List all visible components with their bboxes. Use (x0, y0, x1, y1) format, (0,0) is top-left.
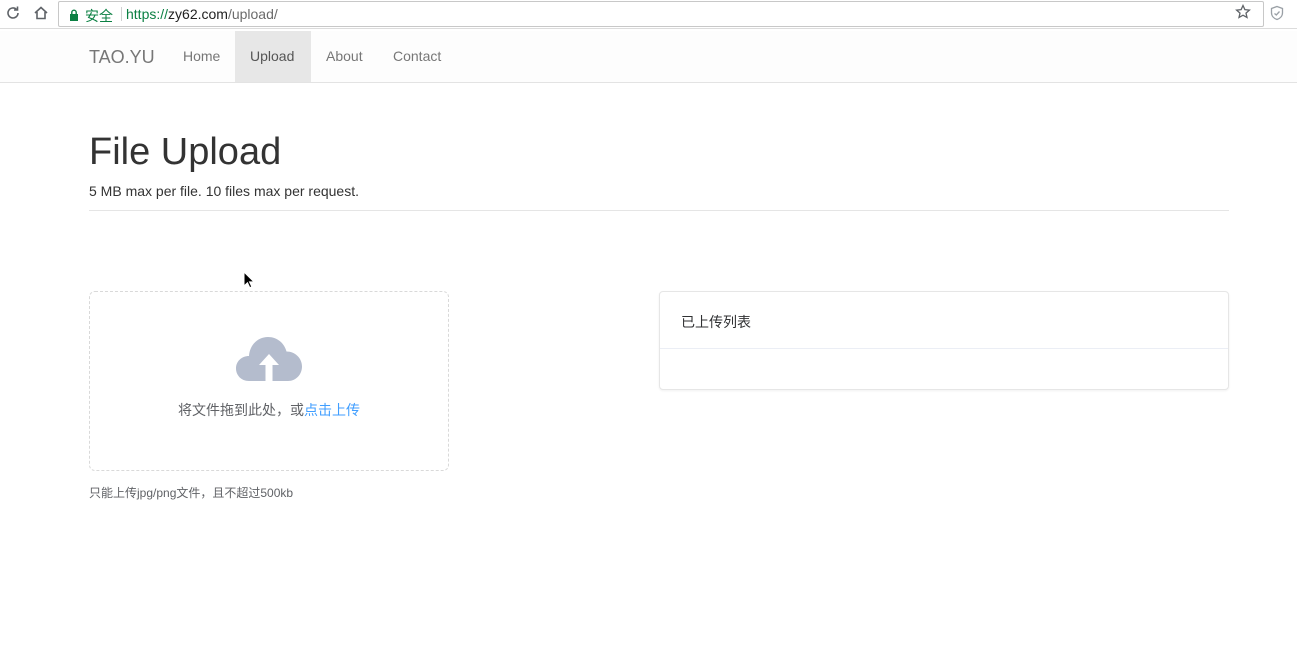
nav-contact[interactable]: Contact (378, 31, 456, 82)
uploaded-list-title: 已上传列表 (681, 314, 751, 330)
extension-shield-icon[interactable] (1269, 5, 1285, 26)
page-title: File Upload (89, 131, 282, 173)
nav-upload[interactable]: Upload (235, 31, 311, 82)
page-subtitle: 5 MB max per file. 10 files max per requ… (89, 183, 359, 199)
bookmark-star-icon[interactable] (1235, 3, 1251, 25)
header-divider (89, 210, 1229, 211)
site-navbar: TAO.YU Home Upload About Contact (0, 31, 1297, 83)
url-host: zy62.com (168, 6, 228, 22)
brand-logo[interactable]: TAO.YU (89, 47, 155, 68)
click-upload-link[interactable]: 点击上传 (304, 402, 360, 418)
uploaded-list-header: 已上传列表 (660, 292, 1228, 349)
url-path: /upload/ (227, 6, 278, 22)
dropzone-text: 将文件拖到此处，或点击上传 (90, 400, 448, 420)
nav-about[interactable]: About (311, 31, 378, 82)
upload-cloud-icon (235, 330, 303, 387)
security-label: 安全 (85, 8, 113, 24)
browser-toolbar: 安全 https://zy62.com/upload/ (0, 0, 1297, 29)
upload-tip: 只能上传jpg/png文件，且不超过500kb (89, 486, 294, 500)
nav-home[interactable]: Home (168, 31, 235, 82)
url-scheme: https:// (126, 6, 169, 22)
url-text[interactable]: https://zy62.com/upload/ (126, 6, 278, 22)
uploaded-list-panel: 已上传列表 (659, 291, 1229, 390)
reload-icon[interactable] (5, 5, 21, 21)
address-divider (121, 7, 122, 21)
address-bar[interactable]: 安全 https://zy62.com/upload/ (58, 1, 1264, 27)
drop-instruction: 将文件拖到此处，或 (178, 402, 304, 418)
lock-icon (69, 8, 79, 26)
upload-dropzone[interactable]: 将文件拖到此处，或点击上传 (89, 291, 449, 471)
home-icon[interactable] (33, 5, 49, 21)
